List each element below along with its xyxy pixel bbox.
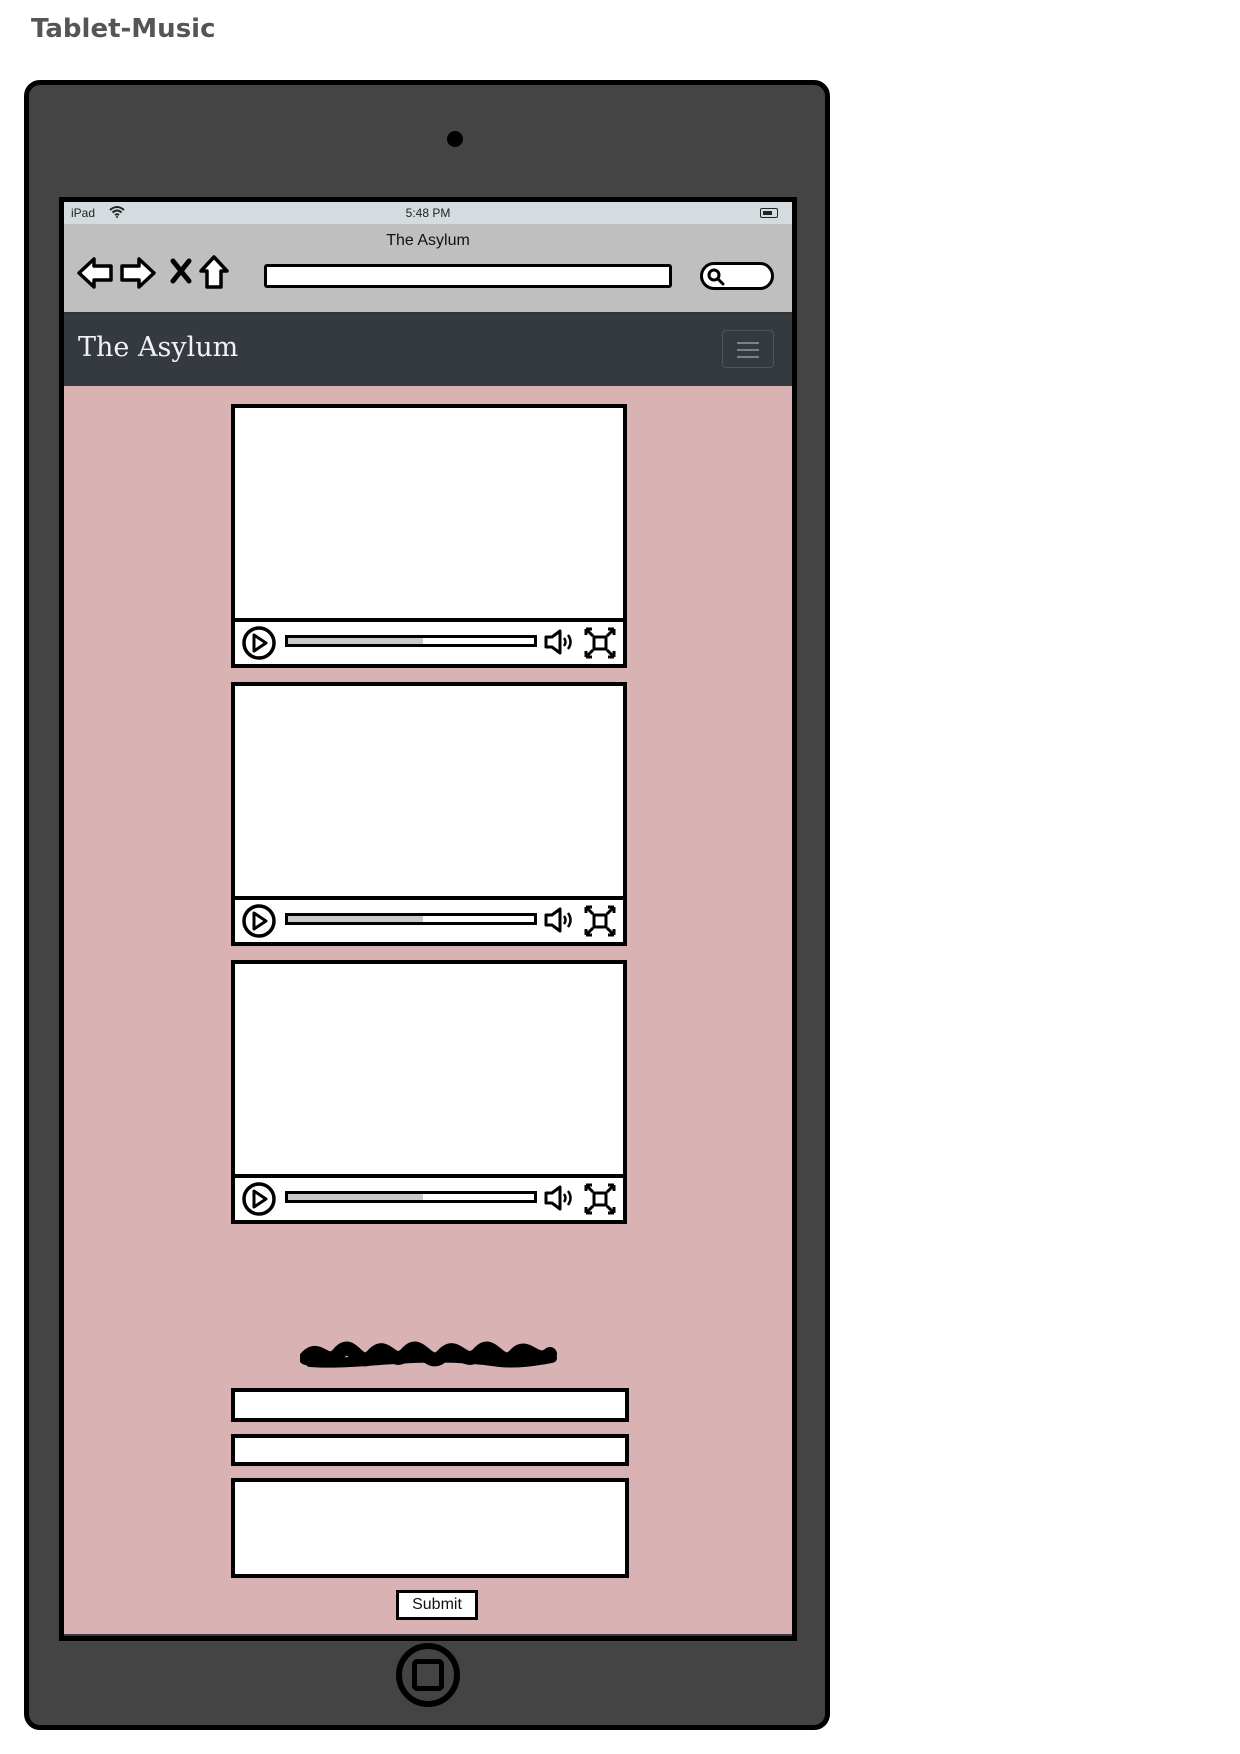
page-title: Tablet-Music	[31, 14, 216, 44]
battery-icon	[760, 208, 778, 218]
browser-title: The Asylum	[386, 232, 470, 249]
video-progress-fill	[288, 1194, 424, 1200]
tablet-device: iPad 5:48 PM The Asylum The Asylum Submi…	[24, 80, 830, 1730]
video-controls	[235, 1174, 623, 1220]
fullscreen-icon[interactable]	[583, 904, 617, 938]
video-player-3[interactable]	[231, 960, 627, 1224]
video-progress-bar[interactable]	[285, 635, 537, 647]
home-button-square-icon	[412, 1659, 444, 1691]
video-player-2[interactable]	[231, 682, 627, 946]
form-email-field[interactable]	[231, 1434, 629, 1466]
hamburger-line	[737, 349, 759, 351]
submit-button[interactable]: Submit	[396, 1590, 478, 1620]
back-arrow-icon[interactable]	[76, 256, 114, 290]
search-icon	[707, 268, 725, 286]
home-hardware-button[interactable]	[396, 1643, 460, 1707]
status-bar: iPad 5:48 PM	[64, 202, 792, 224]
site-navbar: The Asylum	[64, 314, 792, 386]
site-brand[interactable]: The Asylum	[78, 332, 238, 363]
hamburger-line	[737, 342, 759, 344]
camera-icon	[447, 131, 463, 147]
play-icon[interactable]	[241, 1182, 277, 1216]
play-icon[interactable]	[241, 626, 277, 660]
tablet-screen: iPad 5:48 PM The Asylum The Asylum Submi…	[59, 197, 797, 1641]
browser-toolbar: The Asylum	[64, 224, 792, 314]
video-progress-fill	[288, 638, 424, 644]
form-message-textarea[interactable]	[231, 1478, 629, 1578]
site-footer	[64, 1634, 792, 1636]
search-button[interactable]	[700, 262, 774, 290]
forward-arrow-icon[interactable]	[119, 256, 157, 290]
video-progress-bar[interactable]	[285, 913, 537, 925]
video-progress-fill	[288, 916, 424, 922]
fullscreen-icon[interactable]	[583, 1182, 617, 1216]
video-progress-bar[interactable]	[285, 1191, 537, 1203]
status-time: 5:48 PM	[405, 206, 451, 220]
form-name-field[interactable]	[231, 1388, 629, 1422]
url-field[interactable]	[264, 264, 672, 288]
play-icon[interactable]	[241, 904, 277, 938]
volume-icon[interactable]	[543, 906, 579, 934]
volume-icon[interactable]	[543, 628, 579, 656]
close-icon[interactable]	[170, 258, 192, 284]
video-controls	[235, 896, 623, 942]
home-icon[interactable]	[198, 254, 230, 290]
video-controls	[235, 618, 623, 664]
fullscreen-icon[interactable]	[583, 626, 617, 660]
scribbled-heading	[300, 1341, 557, 1368]
hamburger-menu-button[interactable]	[722, 330, 774, 368]
hamburger-line	[737, 356, 759, 358]
volume-icon[interactable]	[543, 1184, 579, 1212]
video-player-1[interactable]	[231, 404, 627, 668]
